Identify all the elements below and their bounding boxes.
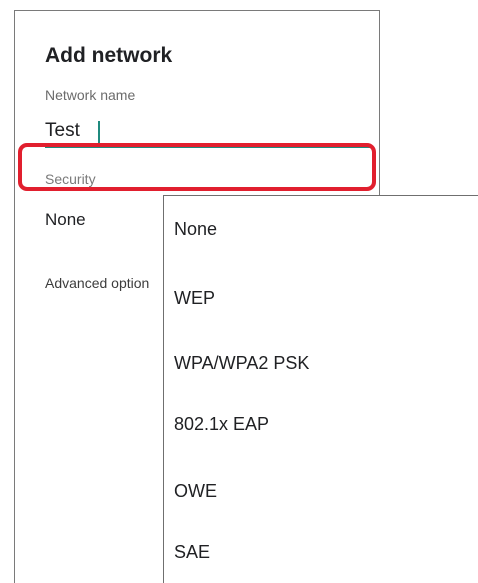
text-cursor [98,121,100,145]
security-option-8021x-eap[interactable]: 802.1x EAP [174,414,269,435]
security-option-wpa-wpa2-psk[interactable]: WPA/WPA2 PSK [174,353,309,374]
security-options-menu: None WEP WPA/WPA2 PSK 802.1x EAP OWE SAE [163,195,478,583]
security-dropdown[interactable]: None [45,210,86,230]
security-highlight-annotation [18,143,376,191]
security-option-none[interactable]: None [174,219,217,240]
security-option-owe[interactable]: OWE [174,481,217,502]
security-option-wep[interactable]: WEP [174,288,215,309]
security-option-sae[interactable]: SAE [174,542,210,563]
dialog-title: Add network [45,44,173,67]
network-name-label: Network name [45,87,136,103]
screen: Add network Network name Security None A… [0,0,478,583]
advanced-options-toggle[interactable]: Advanced option [45,275,149,291]
